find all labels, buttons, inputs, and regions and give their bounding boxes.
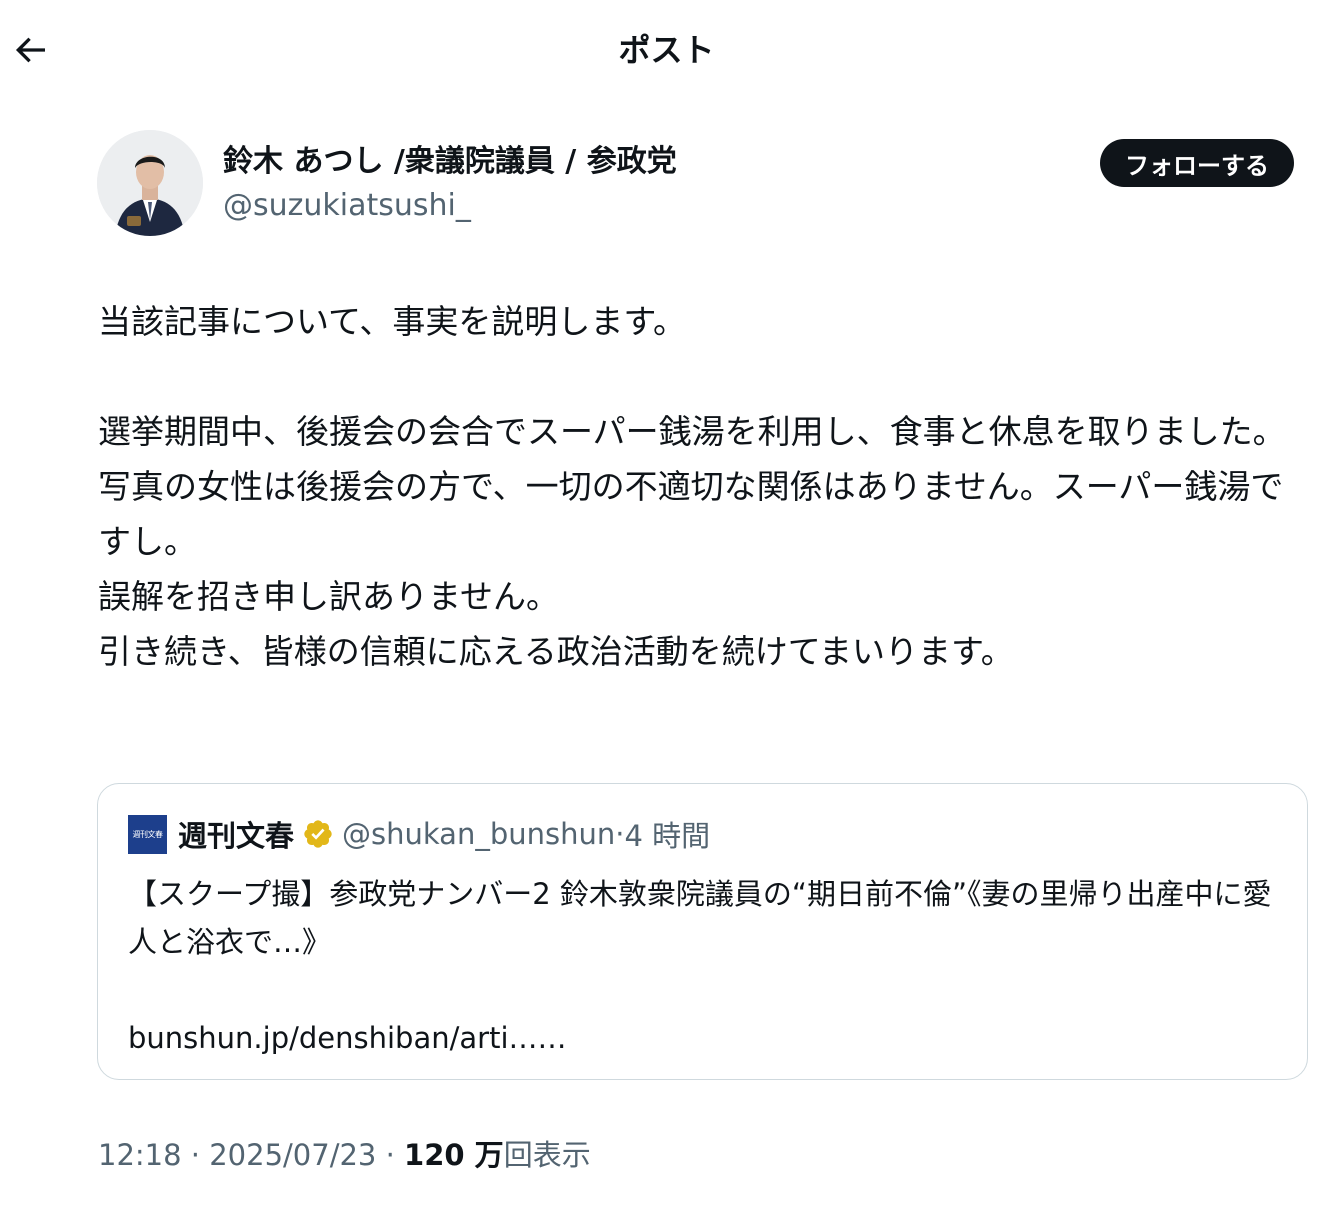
separator-dot: · bbox=[615, 817, 625, 851]
post-paragraph: 誤解を招き申し訳ありません。 bbox=[98, 577, 560, 616]
quote-author-name[interactable]: 週刊文春 bbox=[178, 813, 294, 855]
quote-timestamp[interactable]: 4 時間 bbox=[624, 813, 710, 855]
post-time[interactable]: 12:18 bbox=[98, 1138, 182, 1172]
view-label: 回表示 bbox=[503, 1138, 591, 1172]
post-text: 当該記事について、事実を説明します。 選挙期間中、後援会の会合でスーパー銭湯を利… bbox=[98, 294, 1313, 679]
verified-badge-icon bbox=[304, 820, 332, 848]
post-meta: 12:18 · 2025/07/23 · 120 万回表示 bbox=[98, 1133, 591, 1177]
author-handle[interactable]: @suzukiatsushi_ bbox=[223, 186, 471, 226]
view-count: 120 万 bbox=[404, 1138, 504, 1172]
quote-text: 【スクープ撮】参政党ナンバー2 鈴木敦衆院議員の“期日前不倫”《妻の里帰り出産中… bbox=[128, 870, 1278, 1062]
post-paragraph: 写真の女性は後援会の方で、一切の不適切な関係はありません。スーパー銭湯ですし。 bbox=[98, 467, 1284, 561]
follow-button[interactable]: フォローする bbox=[1100, 139, 1294, 187]
page-title: ポスト bbox=[618, 31, 715, 69]
top-bar: ポスト bbox=[0, 0, 1333, 100]
quoted-post[interactable]: 週刊文春 週刊文春 @shukan_bunshun · 4 時間 【スクープ撮】… bbox=[97, 783, 1308, 1080]
post-date[interactable]: 2025/07/23 bbox=[209, 1138, 376, 1172]
separator-dot: · bbox=[376, 1138, 405, 1172]
author-name[interactable]: 鈴木 あつし /衆議院議員 / 参政党 bbox=[223, 142, 677, 182]
quote-header: 週刊文春 @shukan_bunshun · 4 時間 bbox=[178, 811, 710, 857]
quote-author-handle[interactable]: @shukan_bunshun bbox=[342, 817, 615, 851]
separator-dot: · bbox=[181, 1138, 210, 1172]
quote-link[interactable]: bunshun.jp/denshiban/arti…… bbox=[128, 1014, 1278, 1062]
post-paragraph: 選挙期間中、後援会の会合でスーパー銭湯を利用し、食事と休息を取りました。 bbox=[98, 412, 1286, 451]
post-paragraph: 引き続き、皆様の信頼に応える政治活動を続けてまいります。 bbox=[98, 632, 1014, 671]
post-paragraph: 当該記事について、事実を説明します。 bbox=[98, 302, 687, 341]
quote-avatar[interactable]: 週刊文春 bbox=[128, 815, 167, 854]
avatar[interactable] bbox=[97, 130, 203, 236]
quote-line: 【スクープ撮】参政党ナンバー2 鈴木敦衆院議員の“期日前不倫”《妻の里帰り出産中… bbox=[128, 877, 1272, 959]
